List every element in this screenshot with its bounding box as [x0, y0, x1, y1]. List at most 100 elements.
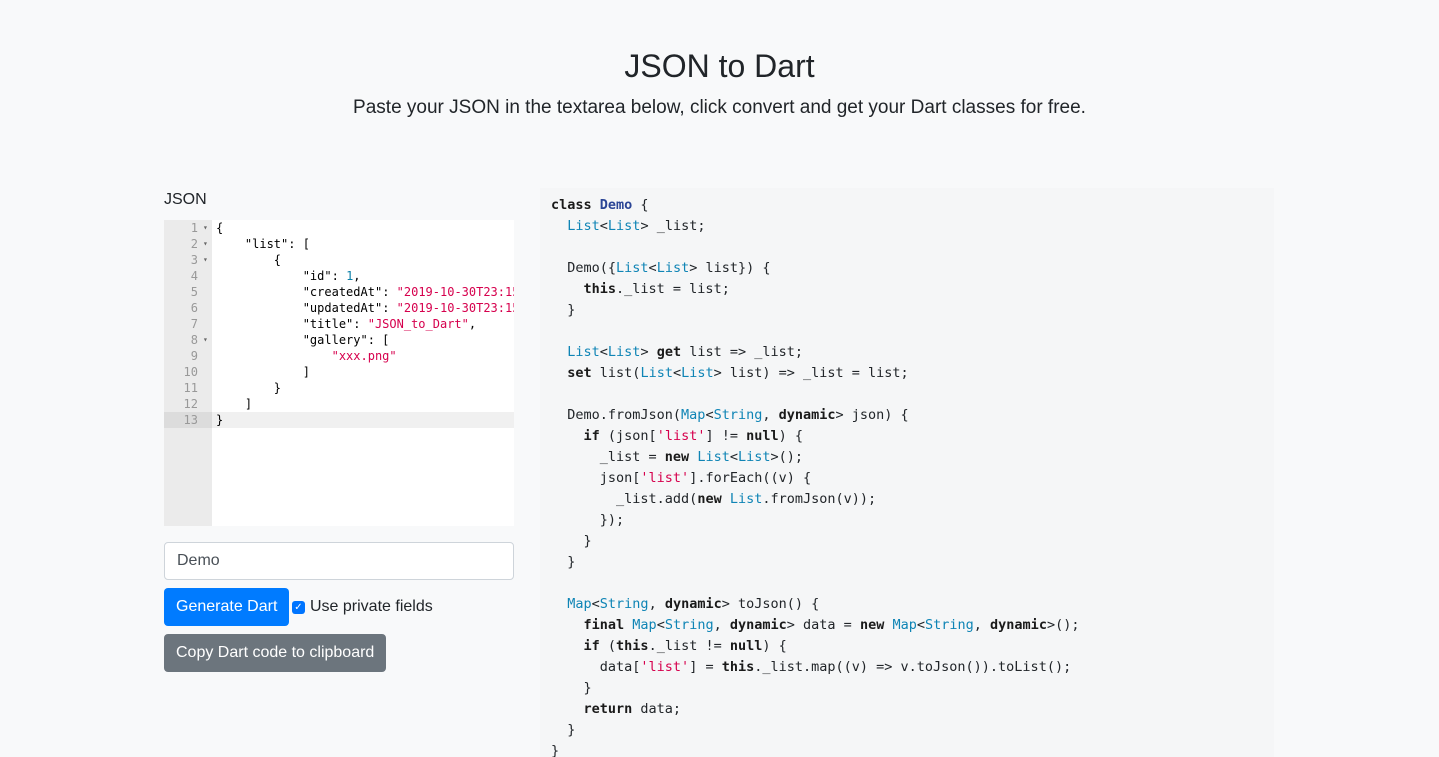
class-name-input[interactable] — [164, 542, 514, 580]
line-code: "gallery": [ — [216, 332, 390, 348]
editor-line[interactable]: 8 ▾ "gallery": [ — [164, 332, 514, 348]
fold-arrow-icon[interactable]: ▾ — [203, 220, 208, 236]
line-code: "list": [ — [216, 236, 310, 252]
fold-arrow-icon[interactable]: ▾ — [203, 332, 208, 348]
code-token: ] — [216, 397, 253, 411]
code-token: } — [551, 722, 576, 738]
line-code: ] — [216, 396, 252, 412]
code-token: ) { — [778, 428, 804, 444]
editor-line[interactable]: 12 ] — [164, 396, 514, 412]
line-number: 10 — [183, 365, 198, 379]
code-token: < — [656, 617, 665, 633]
code-token: .fromJson(v)); — [762, 491, 877, 507]
private-fields-option[interactable]: ✓ Use private fields — [291, 596, 433, 618]
editor-line[interactable]: 9 "xxx.png" — [164, 348, 514, 364]
editor-line[interactable]: 11 } — [164, 380, 514, 396]
code-token: : — [331, 269, 347, 283]
code-token: : — [382, 301, 397, 315]
code-line: } — [551, 300, 1079, 321]
code-line: if (json['list'] != null) { — [551, 426, 1079, 447]
code-token: } — [551, 743, 560, 757]
json-editor[interactable]: 1 ▾{2 ▾ "list": [3 ▾ {4 "id": 1, 5 "createdA… — [164, 220, 514, 526]
code-token: Map — [892, 617, 917, 633]
code-token: new — [859, 617, 885, 633]
editor-line[interactable]: 10 ] — [164, 364, 514, 380]
code-token: List — [737, 449, 771, 465]
code-token: if — [583, 428, 600, 444]
code-token: "gallery" — [302, 333, 368, 347]
code-token: > toJson() { — [721, 596, 820, 612]
code-token: } — [551, 302, 576, 318]
code-token: dynamic — [664, 596, 722, 612]
copy-dart-button[interactable]: Copy Dart code to clipboard — [164, 634, 387, 672]
editor-line[interactable]: 4 "id": 1, — [164, 268, 514, 284]
code-line: }); — [551, 510, 1079, 531]
code-token: List — [640, 365, 673, 381]
code-token: data; — [632, 701, 682, 717]
editor-line[interactable]: 2 ▾ "list": [ — [164, 236, 514, 252]
code-line: } — [551, 552, 1079, 573]
code-token: Demo({ — [551, 260, 617, 276]
line-code: { — [216, 252, 281, 268]
fold-arrow-icon[interactable]: ▾ — [203, 252, 208, 268]
code-token: List — [567, 218, 600, 234]
code-token: : — [382, 285, 397, 299]
editor-line[interactable]: 5 "createdAt": "2019-10-30T23:15 — [164, 284, 514, 300]
code-token: List — [607, 344, 641, 360]
code-token: "JSON_to_Dart" — [367, 317, 469, 331]
code-token: Map — [632, 617, 657, 633]
code-token: Map — [681, 407, 706, 423]
editor-line[interactable]: 7 "title": "JSON_to_Dart", — [164, 316, 514, 332]
code-token: } — [216, 413, 224, 427]
code-token: , — [468, 317, 477, 331]
code-token: "title" — [302, 317, 354, 331]
code-token: List — [607, 218, 641, 234]
code-token: ] != — [705, 428, 747, 444]
code-token: ].forEach((v) { — [689, 470, 812, 486]
editor-line[interactable]: 3 ▾ { — [164, 252, 514, 268]
code-token: { — [216, 253, 282, 267]
line-number: 13 — [164, 412, 212, 428]
code-token: } — [551, 554, 576, 570]
code-token: String — [599, 596, 649, 612]
json-label: JSON — [164, 191, 207, 208]
fold-arrow-icon[interactable]: ▾ — [203, 236, 208, 252]
code-line: } — [551, 720, 1079, 741]
code-token: Map — [567, 596, 592, 612]
code-token: ( — [599, 638, 617, 654]
code-token: dynamic — [990, 617, 1047, 633]
editor-line[interactable]: 13} — [164, 412, 514, 428]
code-token: json[ — [551, 470, 641, 486]
code-token: : [ — [367, 333, 390, 347]
code-token: ._list.map((v) => v.toJson()).toList(); — [754, 659, 1072, 675]
private-fields-checkbox[interactable]: ✓ — [292, 600, 305, 614]
code-token: new — [664, 449, 690, 465]
code-token: > data = — [786, 617, 860, 633]
code-token: > json) { — [835, 407, 909, 423]
code-token: ._list = list; — [616, 281, 730, 297]
code-token: dynamic — [778, 407, 836, 423]
code-token: Demo — [599, 197, 633, 213]
editor-lines[interactable]: 1 ▾{2 ▾ "list": [3 ▾ {4 "id": 1, 5 "createdA… — [164, 220, 514, 428]
code-token: , — [648, 596, 665, 612]
editor-line[interactable]: 6 "updatedAt": "2019-10-30T23:15 — [164, 300, 514, 316]
code-token: this — [583, 281, 617, 297]
code-token: new — [697, 491, 722, 507]
generate-dart-button[interactable]: Generate Dart — [164, 588, 290, 626]
dart-output[interactable]: class Demo { List<List> _list; Demo({Lis… — [540, 188, 1274, 757]
code-line: } — [551, 531, 1079, 552]
code-token: null — [729, 638, 763, 654]
code-token: < — [729, 449, 738, 465]
editor-line[interactable]: 1 ▾{ — [164, 220, 514, 236]
